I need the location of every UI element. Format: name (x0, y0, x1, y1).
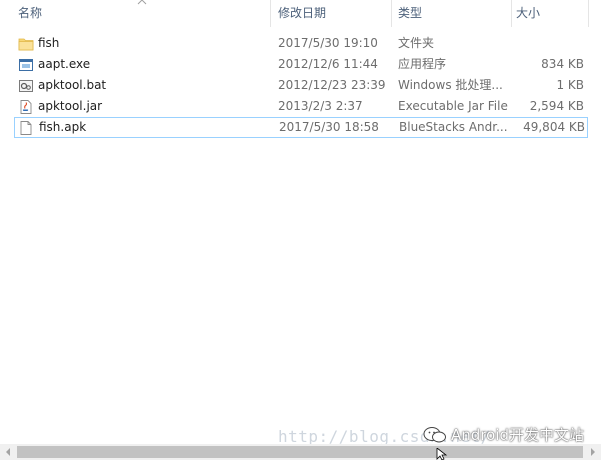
file-row-apktool-jar[interactable]: apktool.jar 2013/2/3 2:37 Executable Jar… (14, 96, 588, 117)
file-explorer-view: 名称 修改日期 类型 大小 fish 2017/5/30 19:10 文件夹 a… (0, 0, 601, 460)
bat-icon (19, 80, 33, 92)
apk-file-icon (20, 121, 32, 135)
column-header-type-label: 类型 (398, 6, 423, 20)
scroll-left-arrow-icon[interactable] (0, 444, 16, 460)
column-header-date[interactable]: 修改日期 (272, 0, 390, 27)
column-header-date-label: 修改日期 (278, 6, 327, 20)
mouse-pointer-icon (436, 448, 448, 460)
column-divider[interactable] (270, 0, 271, 27)
file-type: BlueStacks Andr... (399, 120, 508, 134)
sort-ascending-icon (137, 0, 147, 5)
wechat-icon (423, 427, 446, 443)
file-type: 文件夹 (398, 36, 435, 50)
file-size: 2,594 KB (529, 99, 584, 113)
file-size: 834 KB (541, 57, 584, 71)
column-header-type[interactable]: 类型 (392, 0, 510, 27)
column-divider[interactable] (588, 0, 589, 27)
column-header-bar: 名称 修改日期 类型 大小 (0, 0, 601, 27)
column-header-name-label: 名称 (18, 6, 43, 20)
file-type: Executable Jar File (398, 99, 508, 113)
jar-icon (20, 100, 32, 114)
scrollbar-thumb[interactable] (17, 446, 583, 458)
scroll-right-arrow-icon[interactable] (585, 444, 601, 460)
file-type: 应用程序 (398, 57, 447, 71)
file-name: fish.apk (39, 120, 87, 134)
horizontal-scrollbar[interactable] (0, 444, 601, 460)
file-name: fish (38, 36, 60, 50)
column-header-size-label: 大小 (516, 6, 541, 20)
file-date: 2017/5/30 19:10 (278, 36, 378, 50)
column-header-size[interactable]: 大小 (512, 0, 592, 27)
file-row-fish-apk[interactable]: fish.apk 2017/5/30 18:58 BlueStacks Andr… (14, 117, 588, 138)
file-name: apktool.jar (38, 99, 103, 113)
file-name: aapt.exe (38, 57, 91, 71)
file-row-fish-folder[interactable]: fish 2017/5/30 19:10 文件夹 (14, 33, 588, 54)
watermark-brand: Android开发中文站 (451, 426, 584, 444)
exe-icon (19, 59, 33, 71)
file-date: 2017/5/30 18:58 (279, 120, 379, 134)
file-size (513, 33, 584, 54)
file-date: 2012/12/6 11:44 (278, 57, 378, 71)
file-type: Windows 批处理... (398, 78, 503, 92)
file-row-aapt-exe[interactable]: aapt.exe 2012/12/6 11:44 应用程序 834 KB (14, 54, 588, 75)
folder-icon (18, 38, 34, 51)
file-name: apktool.bat (38, 78, 107, 92)
file-row-apktool-bat[interactable]: apktool.bat 2012/12/23 23:39 Windows 批处理… (14, 75, 588, 96)
file-date: 2013/2/3 2:37 (278, 99, 363, 113)
file-size: 49,804 KB (523, 120, 585, 134)
file-date: 2012/12/23 23:39 (278, 78, 386, 92)
file-size: 1 KB (556, 78, 584, 92)
